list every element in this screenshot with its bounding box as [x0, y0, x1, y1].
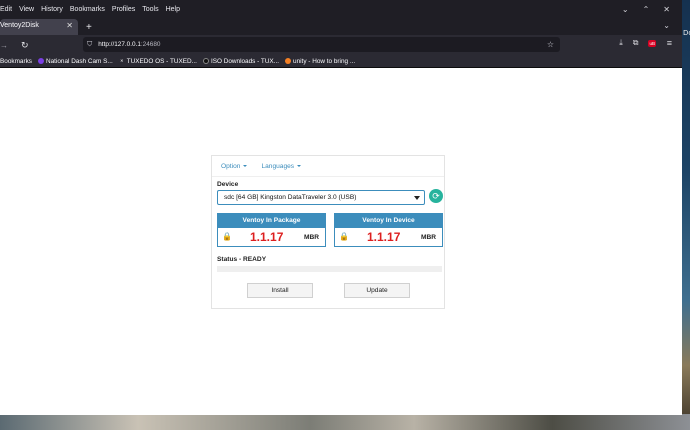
tab-bar: Ventoy2Disk ✕ + ⌄: [0, 19, 682, 35]
package-header: Ventoy In Package: [218, 214, 325, 228]
site-favicon-icon: [37, 58, 44, 64]
languages-menu[interactable]: Languages: [261, 163, 302, 170]
bookmark-item[interactable]: National Dash Cam S...: [37, 57, 113, 65]
device-body: 🔒 1.1.17 MBR: [335, 228, 442, 246]
menu-view[interactable]: View: [19, 6, 34, 13]
bookmark-label: Bookmarks: [0, 57, 32, 65]
desktop-label: Do: [683, 29, 690, 37]
option-menu[interactable]: Option: [221, 163, 248, 170]
restore-icon[interactable]: ⌃: [643, 5, 650, 14]
bookmarks-toolbar: Bookmarks National Dash Cam S... ✕ TUXEDO…: [0, 55, 682, 68]
package-version: 1.1.17: [250, 230, 284, 244]
minimize-icon[interactable]: ⌄: [622, 5, 629, 14]
device-version: 1.1.17: [367, 230, 401, 244]
browser-window: Edit View History Bookmarks Profiles Too…: [0, 0, 682, 415]
site-favicon-icon: [202, 58, 209, 64]
url-port: :24680: [140, 41, 161, 48]
lock-icon: 🔒: [222, 232, 232, 241]
toolbar-right: ⤓ ⧉ uB: [619, 38, 656, 48]
navigation-bar: → ↻ ⛉ http://127.0.0.1:24680 ☆ ⤓ ⧉ uB ≡: [0, 35, 682, 55]
refresh-icon[interactable]: ⟳: [429, 189, 443, 203]
downloads-icon[interactable]: ⤓: [619, 38, 623, 48]
package-partition-style: MBR: [303, 234, 319, 241]
device-select[interactable]: sdc [64 GB] Kingston DataTraveler 3.0 (U…: [217, 190, 425, 205]
tab-close-icon[interactable]: ✕: [66, 22, 78, 30]
bookmark-item[interactable]: Bookmarks: [0, 58, 32, 65]
menu-help[interactable]: Help: [166, 6, 180, 13]
menu-profiles[interactable]: Profiles: [112, 6, 135, 13]
desktop-bottom-strip: [0, 414, 690, 430]
menu-tools[interactable]: Tools: [142, 6, 158, 13]
dropdown-arrow-icon: [414, 196, 420, 200]
forward-icon[interactable]: →: [0, 41, 13, 50]
device-label: Device: [217, 181, 239, 188]
url-bar[interactable]: ⛉ http://127.0.0.1:24680 ☆: [83, 37, 560, 52]
extensions-icon[interactable]: ⧉: [633, 38, 639, 48]
menu-bookmarks[interactable]: Bookmarks: [70, 6, 105, 13]
bookmark-label: ISO Downloads - TUX...: [210, 57, 280, 65]
device-select-value: sdc [64 GB] Kingston DataTraveler 3.0 (U…: [224, 194, 357, 201]
bookmark-label: TUXEDO OS - TUXED...: [126, 57, 197, 65]
device-header: Ventoy In Device: [335, 214, 442, 228]
ventoy-in-device-box: Ventoy In Device 🔒 1.1.17 MBR: [334, 213, 443, 247]
menu-history[interactable]: History: [41, 6, 63, 13]
caret-down-icon: [243, 165, 248, 168]
page-content: Option Languages Device sdc [64 GB] King…: [0, 69, 682, 415]
addon-icon[interactable]: uB: [648, 39, 656, 47]
bookmark-item[interactable]: unity - How to bring ...: [285, 58, 355, 65]
tuxedo-favicon-icon: ✕: [118, 58, 125, 64]
languages-menu-label: Languages: [261, 163, 295, 170]
device-partition-style: MBR: [420, 234, 436, 241]
install-button[interactable]: Install: [247, 283, 313, 298]
hamburger-menu-icon[interactable]: ≡: [667, 38, 672, 48]
update-button[interactable]: Update: [344, 283, 410, 298]
ventoy-in-package-box: Ventoy In Package 🔒 1.1.17 MBR: [217, 213, 326, 247]
divider: [212, 176, 444, 177]
progress-bar: [217, 266, 442, 272]
menu-edit[interactable]: Edit: [0, 6, 12, 13]
new-tab-button[interactable]: +: [86, 22, 92, 33]
ventoy-panel: Option Languages Device sdc [64 GB] King…: [211, 155, 445, 309]
stackexchange-favicon-icon: [285, 58, 292, 64]
bookmark-item[interactable]: ISO Downloads - TUX...: [202, 57, 280, 65]
bookmark-label: unity - How to bring ...: [293, 57, 356, 65]
tab-ventoy2disk[interactable]: Ventoy2Disk ✕: [0, 19, 78, 35]
package-body: 🔒 1.1.17 MBR: [218, 228, 325, 246]
app-menu: Option Languages: [212, 156, 444, 170]
status-text: Status - READY: [217, 256, 267, 263]
window-controls: ⌄ ⌃ ✕: [622, 5, 682, 14]
list-tabs-icon[interactable]: ⌄: [663, 21, 670, 30]
reload-icon[interactable]: ↻: [21, 40, 33, 51]
option-menu-label: Option: [221, 163, 241, 170]
tracking-shield-icon[interactable]: ⛉: [87, 41, 92, 49]
url-host: http://127.0.0.1: [98, 41, 141, 48]
bookmark-label: National Dash Cam S...: [45, 57, 113, 65]
tab-title: Ventoy2Disk: [0, 22, 39, 29]
caret-down-icon: [297, 165, 302, 168]
url-text[interactable]: http://127.0.0.1:24680: [98, 41, 160, 48]
close-window-icon[interactable]: ✕: [663, 5, 670, 14]
bookmark-star-icon[interactable]: ☆: [547, 40, 554, 49]
lock-icon: 🔒: [339, 232, 349, 241]
menu-bar: Edit View History Bookmarks Profiles Too…: [0, 0, 682, 19]
bookmark-item[interactable]: ✕ TUXEDO OS - TUXED...: [118, 57, 197, 65]
